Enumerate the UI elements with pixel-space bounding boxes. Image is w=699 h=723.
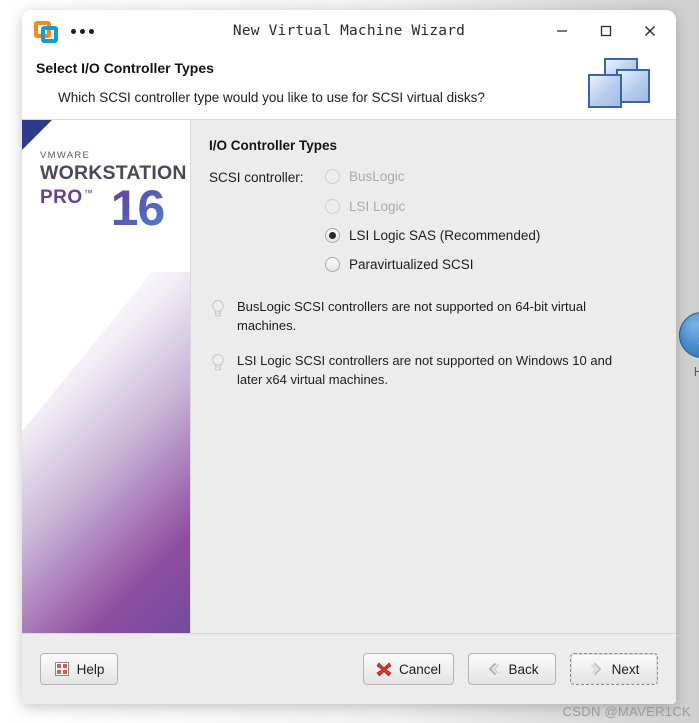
dialog-footer: Help Cancel Back Next [22, 633, 676, 704]
dialog-body: VMWARE WORKSTATION PRO™ 16 I/O Controlle… [22, 120, 676, 633]
chevron-left-icon [489, 663, 500, 675]
scsi-controller-radio-group: SCSI controller: BusLogic LSI Logic LSI … [209, 169, 658, 272]
info-circle-icon [679, 312, 699, 358]
stacked-disks-icon [588, 58, 650, 110]
brand-trademark: ™ [83, 188, 93, 199]
radio-paravirtualized-scsi-label[interactable]: Paravirtualized SCSI [349, 257, 474, 272]
hint-item: BusLogic SCSI controllers are not suppor… [209, 298, 658, 336]
brand-corner-triangle [22, 120, 52, 150]
cancel-x-icon [376, 662, 392, 677]
brand-sidebar: VMWARE WORKSTATION PRO™ 16 [22, 120, 191, 633]
close-icon[interactable] [628, 11, 672, 51]
cancel-button[interactable]: Cancel [362, 653, 454, 685]
page-subtitle: Which SCSI controller type would you lik… [58, 90, 485, 105]
back-button[interactable]: Back [468, 653, 556, 685]
section-title: I/O Controller Types [209, 138, 338, 153]
help-button-label: Help [76, 661, 105, 677]
radio-lsi-logic-indicator [325, 199, 340, 214]
dialog-header: Select I/O Controller Types Which SCSI c… [22, 52, 676, 120]
radio-paravirtualized-scsi-indicator[interactable] [325, 257, 340, 272]
radio-option-lsi-logic: LSI Logic [325, 199, 658, 214]
maximize-icon[interactable] [584, 11, 628, 51]
radio-lsi-logic-label: LSI Logic [349, 199, 406, 214]
background-help-label: He [693, 364, 699, 379]
page-title: Select I/O Controller Types [36, 60, 214, 76]
brand-edition: PRO [40, 186, 83, 208]
radio-lsi-logic-sas-indicator[interactable] [325, 228, 340, 243]
brand-gradient-band [22, 270, 190, 633]
radio-buslogic-indicator [325, 169, 340, 184]
brand-version: 16 [110, 179, 166, 236]
chevron-right-icon [590, 663, 601, 675]
cancel-button-label: Cancel [398, 661, 441, 677]
content-panel: I/O Controller Types SCSI controller: Bu… [191, 120, 676, 633]
radio-option-paravirtualized-scsi[interactable]: Paravirtualized SCSI [325, 257, 658, 272]
help-grid-icon [54, 662, 69, 676]
brand-vendor: VMWARE [40, 150, 91, 161]
footer-actions: Cancel Back Next [362, 653, 658, 685]
minimize-icon[interactable] [540, 11, 584, 51]
ellipsis-icon[interactable] [71, 28, 94, 34]
watermark: CSDN @MAVER1CK [562, 704, 691, 719]
radio-option-lsi-logic-sas[interactable]: LSI Logic SAS (Recommended) [325, 228, 658, 243]
hint-text: BusLogic SCSI controllers are not suppor… [237, 299, 587, 333]
vmware-logo-icon [34, 19, 59, 44]
radio-lsi-logic-sas-label[interactable]: LSI Logic SAS (Recommended) [349, 228, 540, 243]
help-button[interactable]: Help [40, 653, 118, 685]
hint-item: LSI Logic SCSI controllers are not suppo… [209, 352, 658, 390]
lightbulb-icon [212, 300, 224, 317]
title-bar: New Virtual Machine Wizard [22, 10, 676, 52]
back-button-label: Back [508, 661, 539, 677]
brand-wordmark: VMWARE WORKSTATION PRO™ 16 [40, 150, 187, 236]
window-controls [540, 11, 672, 51]
background-help-widget[interactable]: He [672, 312, 699, 379]
radio-buslogic-label: BusLogic [349, 169, 405, 184]
hint-text: LSI Logic SCSI controllers are not suppo… [237, 352, 613, 387]
next-button[interactable]: Next [570, 653, 658, 685]
new-virtual-machine-wizard-dialog: New Virtual Machine Wizard Select I/O Co… [22, 10, 676, 704]
scsi-controller-label: SCSI controller: [209, 170, 304, 185]
next-button-label: Next [611, 661, 640, 677]
hints-list: BusLogic SCSI controllers are not suppor… [209, 298, 658, 389]
lightbulb-icon [212, 353, 224, 370]
radio-option-buslogic: BusLogic [325, 169, 658, 184]
